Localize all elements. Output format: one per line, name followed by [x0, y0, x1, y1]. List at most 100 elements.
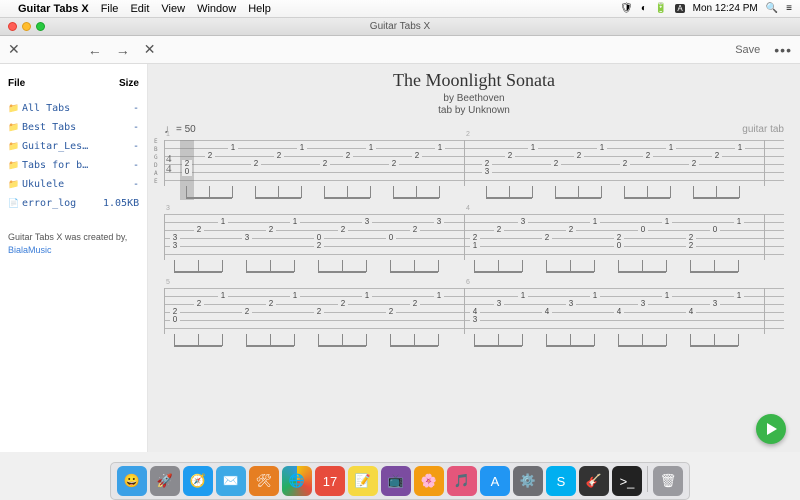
note-column[interactable]: 2 — [542, 214, 552, 274]
note-column[interactable]: 2 — [320, 140, 330, 200]
note-column[interactable]: 1 — [518, 288, 528, 348]
note-column[interactable]: 3 — [710, 288, 720, 348]
note-column[interactable]: 1 — [366, 140, 376, 200]
note-column[interactable]: 2 — [566, 214, 576, 274]
dock-chrome-icon[interactable]: 🌐 — [282, 466, 312, 496]
note-column[interactable]: 1 — [297, 140, 307, 200]
status-dnd-icon[interactable]: ◐ — [641, 3, 647, 14]
dock-itunes-icon[interactable]: 🎵 — [447, 466, 477, 496]
note-column[interactable]: 1 — [290, 214, 300, 274]
sidebar-item-0[interactable]: 📁All Tabs- — [6, 99, 141, 118]
note-column[interactable]: 2 — [314, 288, 324, 348]
note-column[interactable]: 1 — [218, 214, 228, 274]
note-column[interactable]: 2 — [266, 288, 276, 348]
note-column[interactable]: 1 — [434, 288, 444, 348]
note-column[interactable]: 21 — [470, 214, 480, 274]
note-column[interactable]: 2 — [242, 288, 252, 348]
note-column[interactable]: 2 — [410, 288, 420, 348]
sidebar-item-2[interactable]: 📁Guitar_Les…- — [6, 137, 141, 156]
note-column[interactable]: 2 — [551, 140, 561, 200]
note-column[interactable]: 4 — [686, 288, 696, 348]
note-column[interactable]: 4 — [542, 288, 552, 348]
note-column[interactable]: 2 — [505, 140, 515, 200]
dock-calendar-icon[interactable]: 17 — [315, 466, 345, 496]
note-column[interactable]: 1 — [290, 288, 300, 348]
note-column[interactable]: 2 — [412, 140, 422, 200]
menu-help[interactable]: Help — [248, 3, 271, 15]
note-column[interactable]: 3 — [242, 214, 252, 274]
note-column[interactable]: 2 — [386, 288, 396, 348]
more-menu-button[interactable]: ••• — [774, 42, 792, 58]
note-column[interactable]: 2 — [251, 140, 261, 200]
dock-safari-icon[interactable]: 🧭 — [183, 466, 213, 496]
note-column[interactable]: 1 — [228, 140, 238, 200]
note-column[interactable]: 1 — [735, 140, 745, 200]
note-column[interactable]: 23 — [482, 140, 492, 200]
note-column[interactable]: 0 — [386, 214, 396, 274]
note-column[interactable]: 1 — [435, 140, 445, 200]
note-column[interactable]: 1 — [734, 214, 744, 274]
note-column[interactable]: 1 — [528, 140, 538, 200]
note-column[interactable]: 1 — [666, 140, 676, 200]
note-column[interactable]: 2 — [274, 140, 284, 200]
note-column[interactable]: 43 — [470, 288, 480, 348]
note-column[interactable]: 3 — [434, 214, 444, 274]
dock-notes-icon[interactable]: 📝 — [348, 466, 378, 496]
note-column[interactable]: 3 — [494, 288, 504, 348]
note-column[interactable]: 1 — [662, 288, 672, 348]
dock-guitar-icon[interactable]: 🎸 — [579, 466, 609, 496]
note-column[interactable]: 20 — [170, 288, 180, 348]
note-column[interactable]: 3 — [638, 288, 648, 348]
status-battery-icon[interactable]: 🔋 — [655, 3, 667, 14]
menubar-app-name[interactable]: Guitar Tabs X — [18, 3, 89, 15]
sidebar-footer-link[interactable]: BialaMusic — [8, 245, 52, 255]
close-tab-button[interactable]: ✕ — [8, 41, 20, 58]
note-column[interactable]: 4 — [614, 288, 624, 348]
note-column[interactable]: 0 — [638, 214, 648, 274]
note-column[interactable]: 02 — [314, 214, 324, 274]
status-keyboard-icon[interactable]: A — [675, 4, 684, 13]
sidebar-item-5[interactable]: 📄error_log1.05KB — [6, 194, 141, 213]
note-column[interactable]: 2 — [574, 140, 584, 200]
dock-mail-icon[interactable]: ✉️ — [216, 466, 246, 496]
note-column[interactable]: 1 — [218, 288, 228, 348]
note-column[interactable]: 3 — [518, 214, 528, 274]
note-column[interactable]: 2 — [410, 214, 420, 274]
menu-window[interactable]: Window — [197, 3, 236, 15]
spotlight-icon[interactable]: 🔍 — [766, 3, 778, 14]
note-column[interactable]: 2 — [620, 140, 630, 200]
menubar-hamburger-icon[interactable]: ≡ — [786, 3, 792, 14]
window-zoom-button[interactable] — [36, 22, 45, 31]
note-column[interactable]: 33 — [170, 214, 180, 274]
tab-system-3[interactable]: 5620212212212214331431431431 — [164, 288, 784, 358]
play-button[interactable] — [756, 414, 786, 444]
note-column[interactable]: 2 — [338, 214, 348, 274]
menu-edit[interactable]: Edit — [130, 3, 149, 15]
note-column[interactable]: 1 — [597, 140, 607, 200]
note-column[interactable]: 20 — [182, 140, 192, 200]
dock-skype-icon[interactable]: S — [546, 466, 576, 496]
nav-forward-button[interactable]: → — [116, 42, 130, 58]
note-column[interactable]: 2 — [194, 214, 204, 274]
dock-appstore-icon[interactable]: A — [480, 466, 510, 496]
note-column[interactable]: 1 — [590, 288, 600, 348]
dock-terminal-icon[interactable]: >_ — [612, 466, 642, 496]
window-close-button[interactable] — [8, 22, 17, 31]
note-column[interactable]: 1 — [590, 214, 600, 274]
window-minimize-button[interactable] — [22, 22, 31, 31]
note-column[interactable]: 0 — [710, 214, 720, 274]
note-column[interactable]: 3 — [362, 214, 372, 274]
dock-tv-icon[interactable]: 📺 — [381, 466, 411, 496]
sidebar-item-1[interactable]: 📁Best Tabs- — [6, 118, 141, 137]
dock-trash-icon[interactable]: 🗑 — [653, 466, 683, 496]
sidebar-item-4[interactable]: 📁Ukulele- — [6, 175, 141, 194]
note-column[interactable]: 2 — [205, 140, 215, 200]
note-column[interactable]: 22 — [686, 214, 696, 274]
menu-file[interactable]: File — [101, 3, 119, 15]
note-column[interactable]: 2 — [643, 140, 653, 200]
note-column[interactable]: 2 — [712, 140, 722, 200]
note-column[interactable]: 2 — [389, 140, 399, 200]
dock-settings-icon[interactable]: ⚙️ — [513, 466, 543, 496]
note-column[interactable]: 20 — [614, 214, 624, 274]
dock-finder-icon[interactable]: 😀 — [117, 466, 147, 496]
